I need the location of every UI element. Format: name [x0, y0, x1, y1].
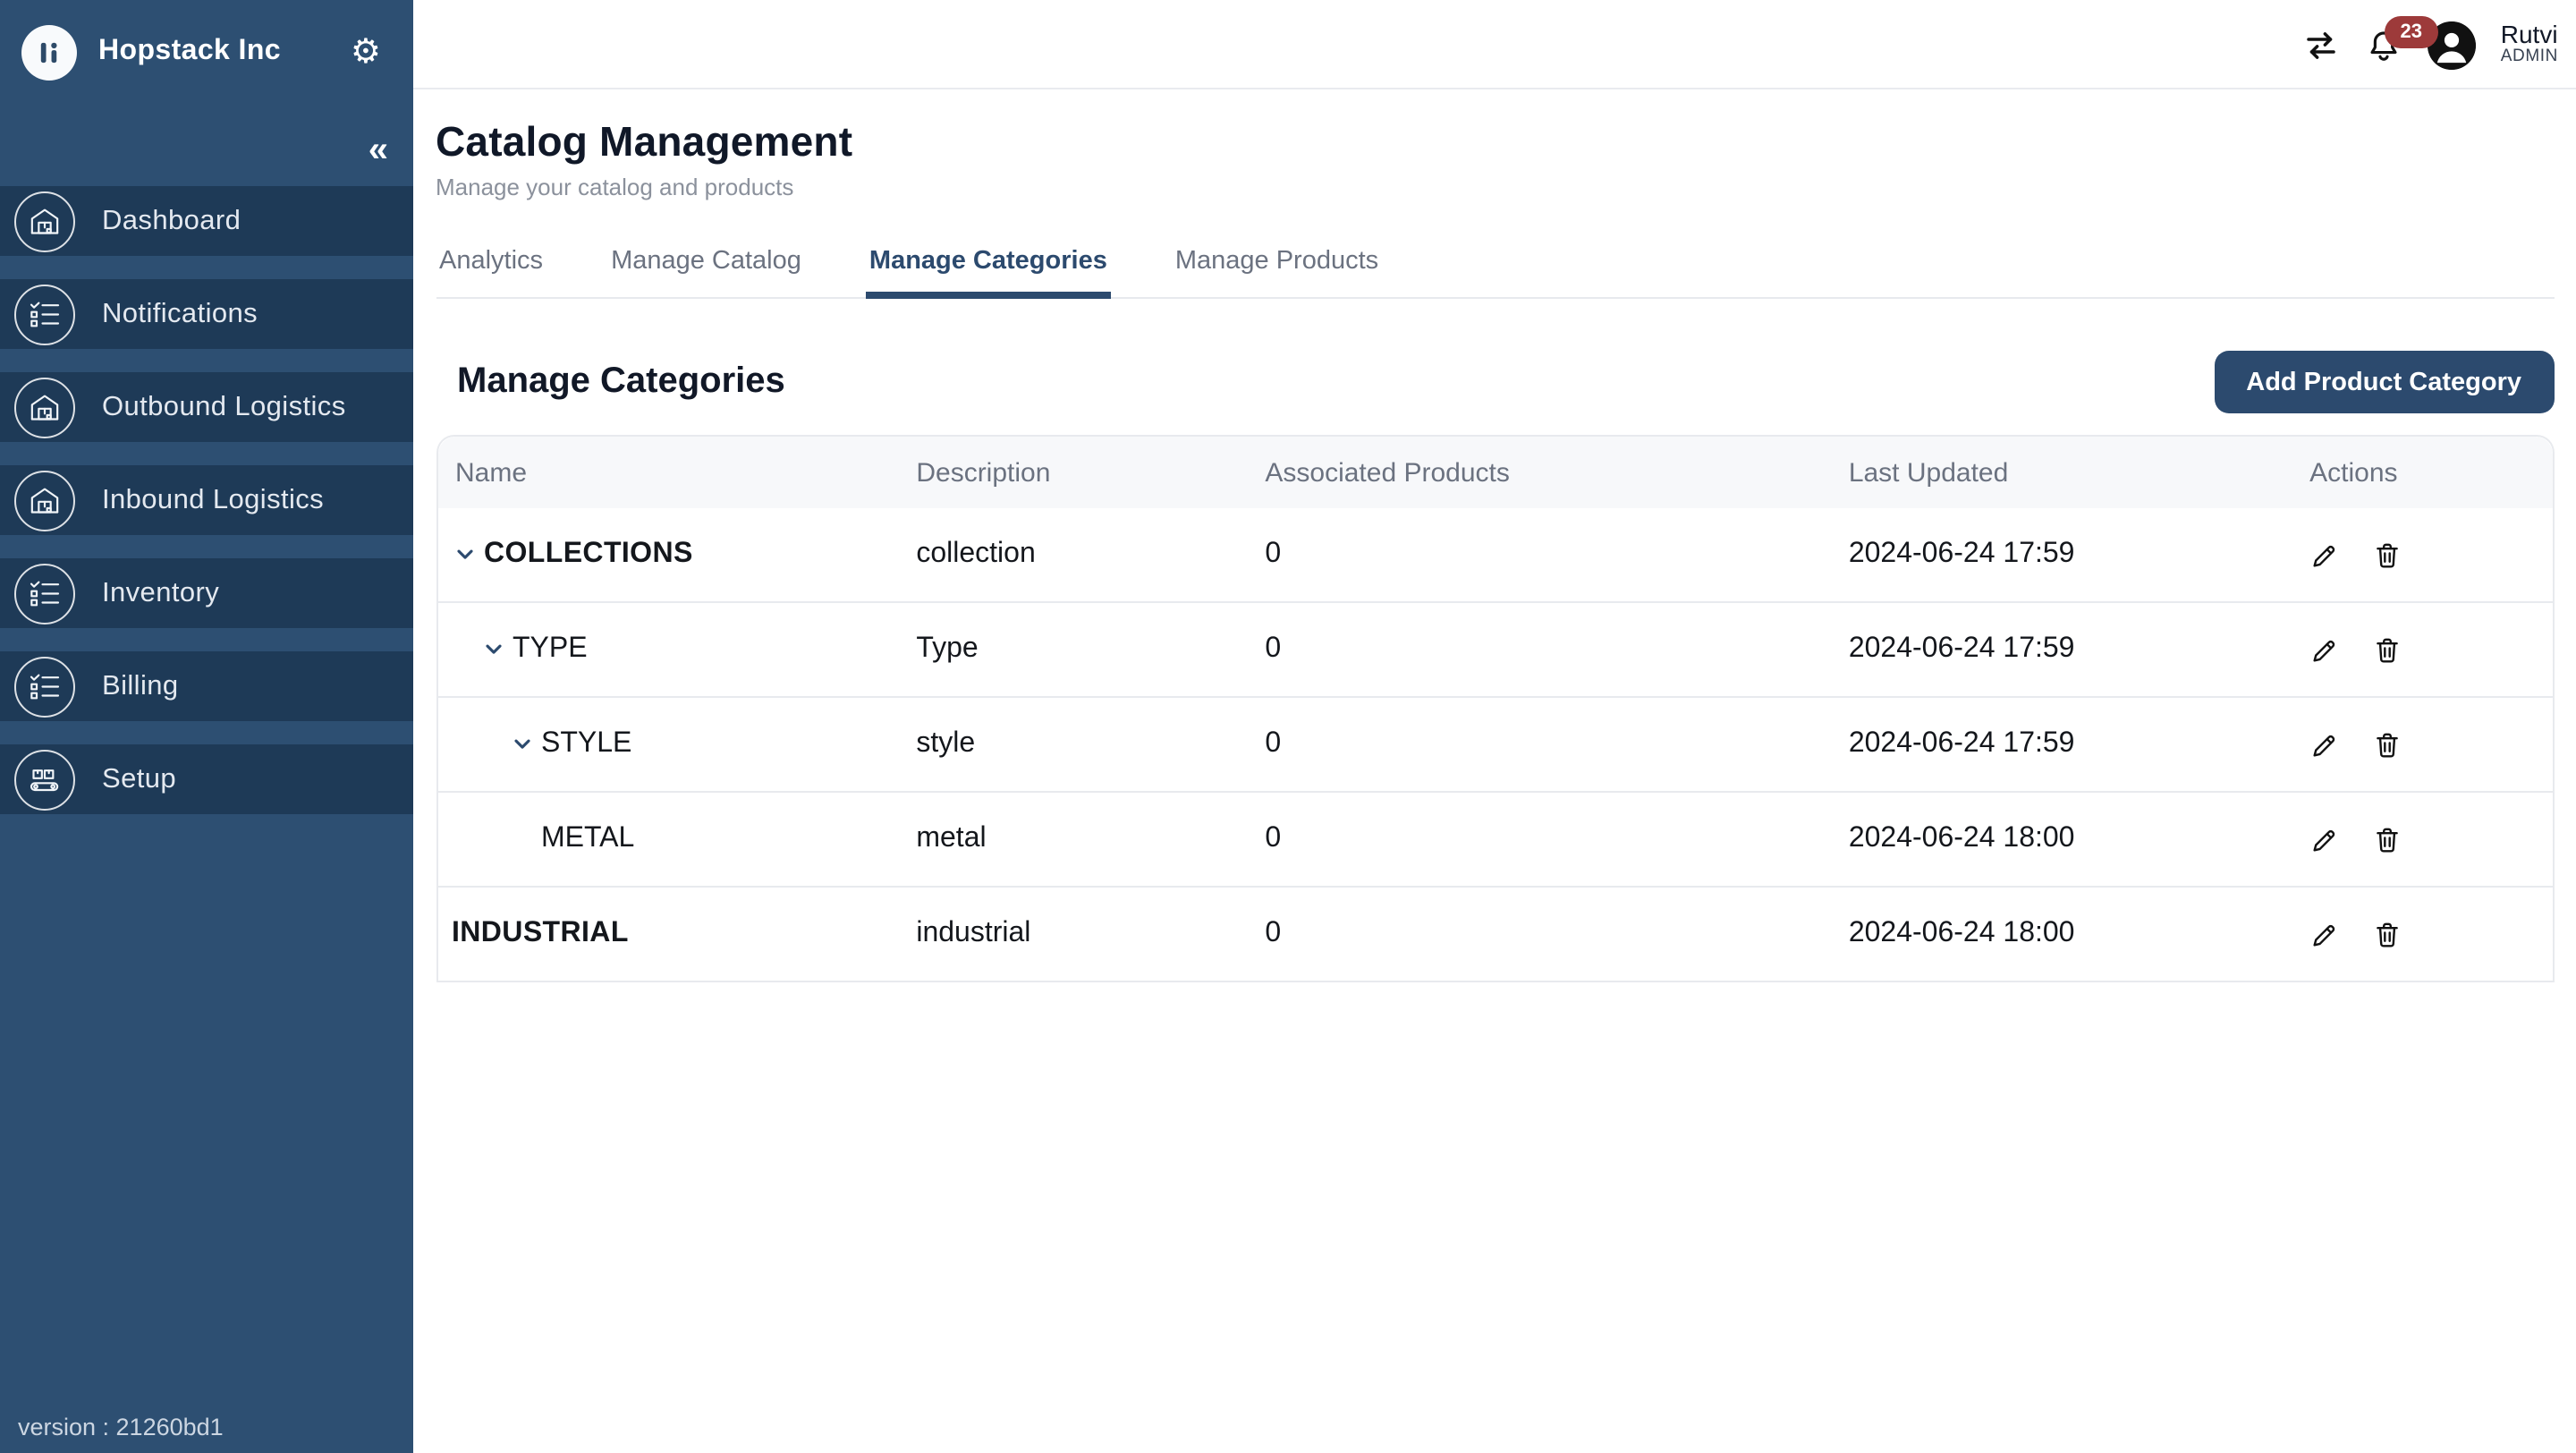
delete-trash-icon[interactable] [2372, 824, 2402, 854]
category-description: metal [898, 823, 1247, 855]
page-subtitle: Manage your catalog and products [436, 174, 2554, 200]
sidebar-item-label: Billing [102, 670, 179, 702]
table-row: STYLE style 0 2024-06-24 17:59 [437, 698, 2552, 793]
warehouse-icon [14, 377, 75, 438]
category-description: collection [898, 539, 1247, 571]
last-updated: 2024-06-24 17:59 [1831, 728, 2292, 760]
associated-products-count: 0 [1247, 918, 1830, 950]
delete-trash-icon[interactable] [2372, 634, 2402, 665]
sidebar: Hopstack Inc ⚙ « Dashboard Notifications [0, 0, 413, 1453]
sidebar-item-dashboard[interactable]: Dashboard [0, 186, 413, 256]
category-name: STYLE [541, 728, 631, 760]
sidebar-item-label: Inbound Logistics [102, 484, 324, 516]
sidebar-item-billing[interactable]: Billing [0, 651, 413, 721]
associated-products-count: 0 [1247, 539, 1830, 571]
hopstack-logo-icon [21, 24, 77, 80]
table-row: METAL metal 0 2024-06-24 18:00 [437, 793, 2552, 888]
column-header-actions: Actions [2292, 457, 2552, 488]
header-actions: 23 Rutvi ADMIN [2302, 0, 2558, 89]
warehouse-icon [14, 470, 75, 531]
user-info: Rutvi ADMIN [2501, 21, 2558, 68]
edit-pencil-icon[interactable] [2309, 634, 2340, 665]
tab-manage-catalog[interactable]: Manage Catalog [607, 240, 805, 297]
sidebar-item-label: Notifications [102, 298, 258, 330]
sidebar-collapse-icon[interactable]: « [369, 132, 385, 168]
categories-table: Name Description Associated Products Las… [436, 435, 2554, 982]
page-title: Catalog Management [436, 118, 2554, 166]
last-updated: 2024-06-24 17:59 [1831, 633, 2292, 666]
table-row: COLLECTIONS collection 0 2024-06-24 17:5… [437, 508, 2552, 603]
column-header-associated-products: Associated Products [1247, 457, 1830, 488]
user-name: Rutvi [2501, 21, 2558, 49]
sidebar-item-label: Inventory [102, 577, 219, 609]
sidebar-item-setup[interactable]: Setup [0, 744, 413, 814]
table-header-row: Name Description Associated Products Las… [437, 437, 2552, 508]
sidebar-header: Hopstack Inc ⚙ [0, 0, 413, 104]
checklist-icon [14, 656, 75, 717]
sidebar-item-notifications[interactable]: Notifications [0, 279, 413, 349]
sidebar-item-label: Outbound Logistics [102, 391, 346, 423]
sidebar-item-inbound-logistics[interactable]: Inbound Logistics [0, 465, 413, 535]
chevron-down-icon[interactable] [480, 637, 513, 662]
category-name: TYPE [513, 633, 588, 666]
sidebar-item-outbound-logistics[interactable]: Outbound Logistics [0, 372, 413, 442]
tab-analytics[interactable]: Analytics [436, 240, 547, 297]
edit-pencil-icon[interactable] [2309, 540, 2340, 570]
transfer-arrows-icon[interactable] [2302, 26, 2340, 64]
associated-products-count: 0 [1247, 823, 1830, 855]
section-title: Manage Categories [436, 361, 785, 403]
sidebar-item-inventory[interactable]: Inventory [0, 558, 413, 628]
sidebar-nav: Dashboard Notifications Outbound Logisti… [0, 186, 413, 837]
table-row: INDUSTRIAL industrial 0 2024-06-24 18:00 [437, 888, 2552, 982]
edit-pencil-icon[interactable] [2309, 729, 2340, 760]
associated-products-count: 0 [1247, 633, 1830, 666]
checklist-icon [14, 563, 75, 624]
tab-manage-categories[interactable]: Manage Categories [866, 240, 1111, 297]
brand-name: Hopstack Inc [98, 36, 351, 68]
edit-pencil-icon[interactable] [2309, 824, 2340, 854]
edit-pencil-icon[interactable] [2309, 919, 2340, 949]
last-updated: 2024-06-24 17:59 [1831, 539, 2292, 571]
delete-trash-icon[interactable] [2372, 729, 2402, 760]
app-version-label: version : 21260bd1 [18, 1414, 224, 1440]
table-row: TYPE Type 0 2024-06-24 17:59 [437, 603, 2552, 698]
column-header-description: Description [898, 457, 1247, 488]
add-product-category-button[interactable]: Add Product Category [2214, 351, 2554, 413]
warehouse-icon [14, 191, 75, 251]
category-description: industrial [898, 918, 1247, 950]
chevron-down-icon[interactable] [452, 542, 484, 567]
settings-gear-icon[interactable]: ⚙ [351, 35, 381, 69]
sidebar-item-label: Setup [102, 763, 176, 795]
user-role: ADMIN [2501, 49, 2558, 68]
sidebar-item-label: Dashboard [102, 205, 241, 237]
category-description: Type [898, 633, 1247, 666]
notification-bell-icon[interactable]: 23 [2365, 26, 2402, 64]
chevron-down-icon[interactable] [509, 732, 541, 757]
checklist-icon [14, 284, 75, 344]
last-updated: 2024-06-24 18:00 [1831, 823, 2292, 855]
delete-trash-icon[interactable] [2372, 540, 2402, 570]
category-description: style [898, 728, 1247, 760]
top-header-bar: 23 Rutvi ADMIN [413, 0, 2576, 89]
associated-products-count: 0 [1247, 728, 1830, 760]
main-content: Catalog Management Manage your catalog a… [413, 89, 2576, 982]
section-header: Manage Categories Add Product Category [436, 351, 2554, 413]
column-header-name: Name [437, 457, 898, 488]
notification-count-badge: 23 [2385, 15, 2438, 47]
conveyor-icon [14, 749, 75, 810]
category-name: INDUSTRIAL [452, 918, 629, 950]
delete-trash-icon[interactable] [2372, 919, 2402, 949]
tab-manage-products[interactable]: Manage Products [1172, 240, 1382, 297]
app-window: Hopstack Inc ⚙ « Dashboard Notifications [0, 0, 2576, 1453]
category-name: COLLECTIONS [484, 539, 693, 571]
category-name: METAL [541, 823, 634, 855]
column-header-last-updated: Last Updated [1831, 457, 2292, 488]
last-updated: 2024-06-24 18:00 [1831, 918, 2292, 950]
tab-bar: Analytics Manage Catalog Manage Categori… [436, 240, 2554, 299]
